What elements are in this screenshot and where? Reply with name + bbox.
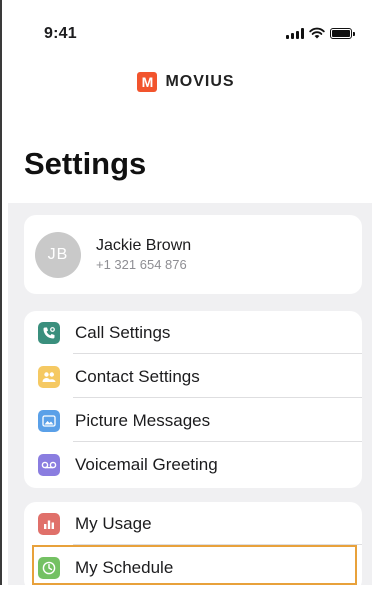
avatar: JB [35,231,81,278]
divider [73,544,362,545]
status-time: 9:41 [44,25,77,42]
divider [73,397,362,398]
menu-item-call-settings[interactable]: Call Settings [24,311,362,354]
profile-info: Jackie Brown +1 321 654 876 [96,237,191,272]
menu-item-label: Contact Settings [75,366,200,386]
menu-item-contact-settings[interactable]: Contact Settings [24,355,362,398]
menu-item-label: My Usage [75,513,152,533]
menu-item-label: Call Settings [75,322,171,342]
status-icons [286,27,355,39]
brand-header: M MOVIUS [0,72,372,92]
profile-card[interactable]: JB Jackie Brown +1 321 654 876 [24,215,362,294]
menu-item-voicemail-greeting[interactable]: Voicemail Greeting [24,443,362,486]
contacts-icon [38,365,60,388]
menu-item-label: Picture Messages [75,410,211,430]
profile-name: Jackie Brown [96,237,192,254]
settings-group-card: Call Settings Contact Settings Picture M… [24,311,362,488]
divider [73,353,362,354]
menu-item-label: My Schedule [75,557,174,577]
bar-chart-icon [38,512,60,535]
menu-item-my-schedule[interactable]: My Schedule [24,546,362,589]
clock-icon [38,556,60,579]
status-bar: 9:41 [0,0,372,64]
battery-icon [330,27,355,39]
usage-group-card: My Usage My Schedule [24,502,362,592]
movius-logo-icon: M [137,72,158,92]
menu-item-label: Voicemail Greeting [75,454,218,474]
voicemail-icon [38,453,60,476]
wifi-icon [309,27,325,39]
brand-name: MOVIUS [165,73,235,90]
cellular-signal-icon [286,27,304,39]
menu-item-my-usage[interactable]: My Usage [24,502,362,545]
page-title: Settings [24,146,147,181]
profile-phone: +1 321 654 876 [96,257,187,272]
menu-item-picture-messages[interactable]: Picture Messages [24,399,362,442]
phone-gear-icon [38,321,60,344]
divider [73,441,362,442]
image-icon [38,409,60,432]
